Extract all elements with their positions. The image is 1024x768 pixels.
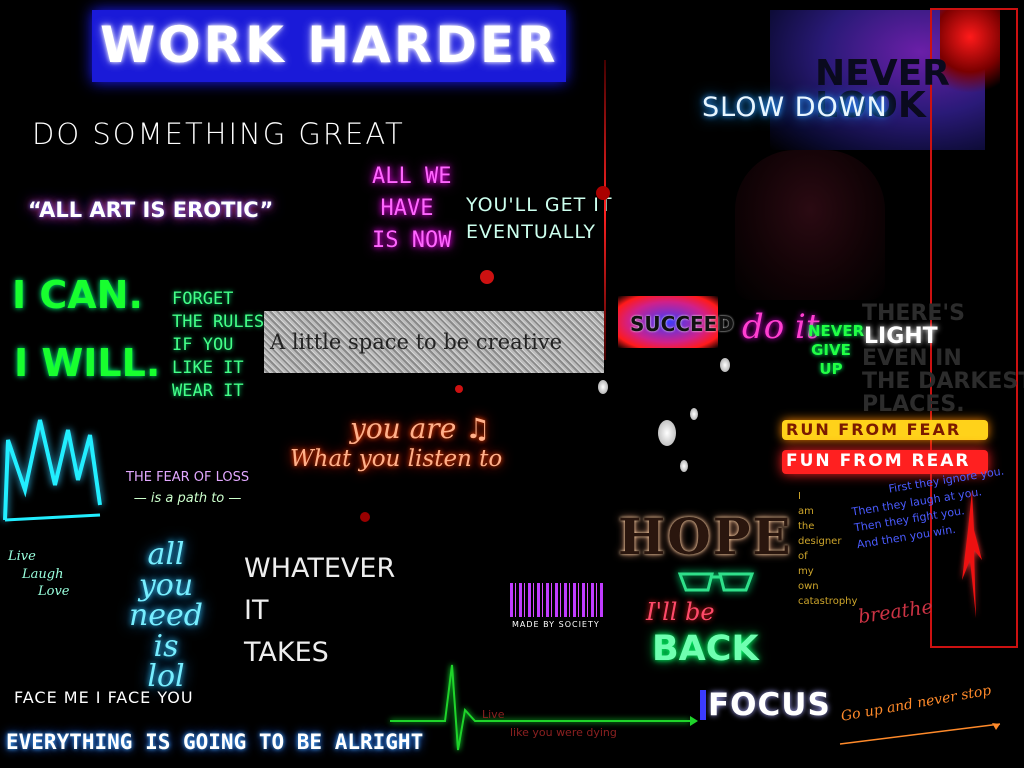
i-will: I WILL. (14, 341, 161, 385)
red-splatter (360, 512, 370, 522)
you-are-what-you-listen-to: you are ♫ What you listen to (290, 412, 502, 473)
work-harder-text: WORK HARDER (100, 16, 559, 74)
need-line: need (128, 598, 204, 634)
bulb-icon (598, 380, 608, 394)
arrow-icon (839, 723, 1001, 745)
the-rules-line: THE RULES (172, 311, 265, 332)
my-line: my (798, 566, 814, 577)
eventually-line: EVENTUALLY (466, 221, 596, 243)
like-it-line: LIKE IT (172, 357, 244, 378)
own-line: own (798, 581, 819, 592)
dying-line: like you were dying (510, 725, 617, 739)
you-line: you (138, 567, 194, 603)
bulb-icon (680, 460, 688, 472)
live-line: Live (8, 549, 36, 564)
fear-of-loss-line: THE FEAR OF LOSS (126, 470, 250, 485)
all-you-need-is-lol: all you need is lol (106, 537, 226, 693)
live-laugh-love: Live Laugh Love (8, 548, 70, 601)
bulb-icon (658, 420, 676, 446)
all-we-have-is-now: ALL WE HAVE IS NOW (372, 164, 452, 253)
red-splatter (480, 270, 494, 284)
the-line: the (798, 521, 815, 532)
everything-alright: EVERYTHING IS GOING TO BE ALRIGHT (6, 730, 424, 754)
fun-from-rear: FUN FROM REAR (786, 451, 971, 471)
places-line: PLACES. (862, 392, 965, 418)
designer-line: designer (798, 536, 842, 547)
wear-it-line: WEAR IT (172, 380, 244, 401)
even-in-line: EVEN IN (862, 346, 962, 372)
is-now-line: IS NOW (372, 228, 452, 253)
face-me-face-you: FACE ME I FACE YOU (14, 688, 194, 707)
ill-be: I'll be (646, 598, 715, 626)
give-line: GIVE (811, 340, 851, 359)
light-word: LIGHT (864, 324, 938, 349)
fear-of-loss: THE FEAR OF LOSS — is a path to — (126, 468, 249, 510)
red-figure-icon (962, 490, 982, 618)
do-something-great: DO SOMETHING GREAT (32, 117, 405, 151)
never-line: NEVER (808, 322, 865, 340)
forget-the-rules: FORGET THE RULES IF YOU LIKE IT WEAR IT (172, 288, 264, 403)
live-line: Live (482, 708, 505, 721)
of-line: of (798, 551, 808, 562)
am-line: am (798, 506, 814, 517)
little-space-text: A little space to be creative (270, 330, 563, 354)
it-line: IT (244, 594, 269, 626)
never-give-up: NEVER GIVE UP (808, 322, 865, 378)
red-splatter (596, 186, 610, 200)
takes-line: TAKES (244, 636, 329, 668)
theres-light-bg: THERE'S EVEN IN THE DARKEST PLACES. (862, 302, 1024, 416)
forget-line: FORGET (172, 289, 234, 309)
youll-get-it-line: YOU'LL GET IT (466, 194, 613, 216)
made-by-society: MADE BY SOCIETY (512, 620, 600, 629)
darkest-line: THE DARKEST (862, 369, 1024, 395)
focus: FOCUS (708, 687, 831, 723)
all-line: all (147, 537, 185, 572)
all-we-line: ALL WE (372, 164, 452, 189)
red-vertical-line (604, 60, 606, 360)
laugh-line: Laugh (22, 566, 64, 582)
up-line: UP (819, 359, 843, 378)
hope-sign: HOPE (618, 507, 793, 566)
whatever-line: WHATEVER (244, 553, 396, 584)
live-like-dying: Live like you were dying (482, 706, 617, 741)
catastrophy-line: catastrophy (798, 596, 858, 607)
neon-crown-icon (3, 419, 102, 522)
hooded-figure (735, 150, 885, 300)
youll-get-it-eventually: YOU'LL GET IT EVENTUALLY (466, 196, 612, 242)
slow-down-neon: SLOW DOWN (702, 92, 888, 123)
run-from-fear: RUN FROM FEAR (786, 420, 962, 439)
have-line: HAVE (380, 196, 434, 221)
glasses-icon (677, 572, 755, 592)
red-splatter (455, 385, 463, 393)
i-can: I CAN. (12, 273, 143, 317)
bulb-icon (720, 358, 730, 372)
bulb-icon (690, 408, 698, 420)
path-to-line: — is a path to — (133, 490, 242, 506)
love-line: Love (38, 584, 70, 600)
whatever-it-takes: WHATEVER IT TAKES (244, 548, 395, 674)
is-line: is (153, 628, 179, 664)
if-you-line: IF YOU (172, 334, 234, 355)
designer-quote: I am the designer of my own catastrophy (798, 489, 857, 609)
breathe: breathe (856, 595, 935, 629)
theres-line: THERE'S (862, 301, 965, 326)
succeed-text: SUCCEED (630, 312, 734, 336)
barcode (510, 583, 604, 617)
you-are-line: you are ♫ (350, 412, 491, 445)
all-art-is-erotic: “ALL ART IS EROTIC” (28, 198, 274, 222)
listen-line: What you listen to (290, 445, 503, 472)
focus-bar (700, 690, 706, 720)
